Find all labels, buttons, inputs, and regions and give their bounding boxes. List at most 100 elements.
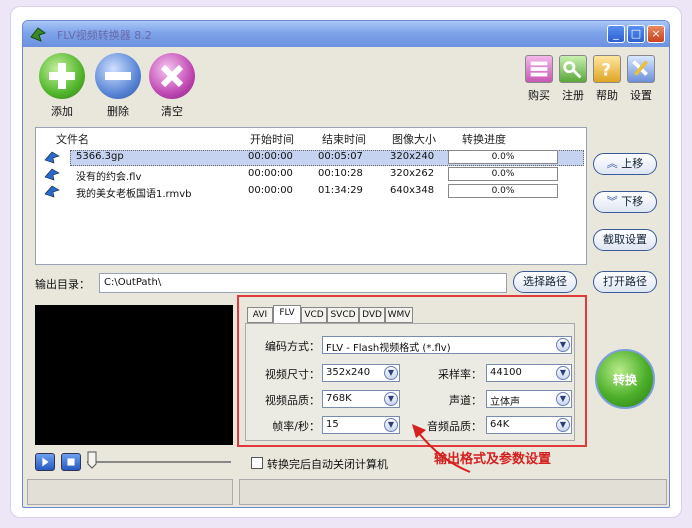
col-header-end[interactable]: 结束时间 (322, 131, 366, 147)
svg-text:?: ? (601, 60, 611, 80)
chevron-down-icon: ︾ (606, 195, 622, 208)
chevron-down-icon: ▼ (556, 418, 570, 432)
table-row[interactable]: 5366.3gp 00:00:00 00:05:07 320x240 0.0% (38, 150, 584, 166)
table-row[interactable]: 没有的约会.flv 00:00:00 00:10:28 320x262 0.0% (38, 167, 584, 183)
col-header-progress[interactable]: 转换进度 (462, 131, 506, 147)
video-quality-select[interactable]: 768K ▼ (322, 390, 400, 408)
auto-shutdown-label[interactable]: 转换完后自动关闭计算机 (267, 456, 388, 472)
annotation-arrow-icon (412, 424, 471, 473)
cart-icon (530, 61, 548, 77)
cell-start: 00:00:00 (248, 185, 293, 196)
file-list[interactable]: 文件名 开始时间 结束时间 图像大小 转换进度 5366.3gp 00:00:0… (35, 127, 587, 265)
progress-bar: 0.0% (448, 167, 558, 181)
add-button[interactable] (39, 53, 85, 99)
chevron-down-icon: ▼ (556, 366, 570, 380)
capture-settings-button[interactable]: 截取设置 (593, 229, 657, 251)
slider-thumb-icon[interactable] (87, 451, 97, 469)
cell-end: 00:05:07 (318, 151, 363, 162)
tab-avi[interactable]: AVI (247, 307, 273, 323)
col-header-size[interactable]: 图像大小 (392, 131, 436, 147)
tab-flv[interactable]: FLV (273, 305, 301, 323)
buy-button[interactable] (525, 55, 553, 83)
play-button[interactable] (35, 453, 55, 471)
video-size-label: 视频尺寸： (265, 368, 320, 381)
app-window: FLV视频转换器 8.2 _ □ × 添加 删除 清空 购买 注册 ? 帮助 设… (22, 20, 670, 508)
tab-wmv[interactable]: WMV (385, 307, 413, 323)
maximize-icon: □ (630, 27, 642, 40)
tab-dvd[interactable]: DVD (359, 307, 385, 323)
cell-name: 没有的约会.flv (76, 172, 142, 183)
sample-rate-select[interactable]: 44100 ▼ (486, 364, 572, 382)
cell-end: 01:34:29 (318, 185, 363, 196)
seek-slider[interactable] (87, 461, 231, 463)
video-quality-value: 768K (326, 393, 352, 404)
annotation-caption: 输出格式及参数设置 (434, 452, 552, 467)
cell-name: 我的美女老板国语1.rmvb (76, 189, 192, 200)
tools-icon (632, 60, 648, 76)
maximize-button[interactable]: □ (627, 25, 645, 43)
output-path-field[interactable]: C:\OutPath\ (99, 273, 507, 293)
delete-label: 删除 (107, 105, 129, 118)
output-dir-label: 输出目录： (35, 278, 90, 291)
chevron-down-icon: ▼ (556, 392, 570, 406)
app-logo-icon (30, 27, 47, 42)
progress-bar: 0.0% (448, 184, 558, 198)
cell-end: 00:10:28 (318, 168, 363, 179)
codec-select[interactable]: FLV - Flash视频格式 (*.flv) ▼ (322, 336, 572, 354)
chevron-up-icon: ︽ (606, 157, 622, 170)
status-bar-right (239, 479, 667, 505)
cell-size: 640x348 (390, 185, 435, 196)
fps-label: 帧率/秒： (272, 420, 320, 433)
cell-size: 320x240 (390, 151, 435, 162)
convert-label: 转换 (612, 373, 637, 387)
title-bar: FLV视频转换器 8.2 _ □ × (23, 21, 669, 47)
close-button[interactable]: × (647, 25, 665, 43)
stop-button[interactable] (61, 453, 81, 471)
minus-icon (105, 72, 131, 80)
video-size-select[interactable]: 352x240 ▼ (322, 364, 400, 382)
file-icon (44, 151, 60, 164)
settings-button[interactable] (627, 55, 655, 83)
fps-select[interactable]: 15 ▼ (322, 416, 400, 434)
sample-rate-value: 44100 (490, 367, 522, 378)
file-icon (44, 168, 60, 181)
minimize-button[interactable]: _ (607, 25, 625, 43)
settings-label: 设置 (630, 89, 652, 102)
progress-bar: 0.0% (448, 150, 558, 164)
minimize-icon: _ (613, 27, 619, 40)
register-button[interactable] (559, 55, 587, 83)
status-bar-left (27, 479, 233, 505)
plus-icon (49, 63, 75, 89)
col-header-start[interactable]: 开始时间 (250, 131, 294, 147)
chevron-down-icon: ▼ (384, 418, 398, 432)
channel-label: 声道： (449, 394, 482, 407)
choose-path-button[interactable]: 选择路径 (513, 271, 577, 293)
tab-svcd[interactable]: SVCD (327, 307, 359, 323)
auto-shutdown-checkbox[interactable] (251, 457, 263, 469)
help-icon: ? (601, 60, 611, 80)
clear-button[interactable] (149, 53, 195, 99)
table-row[interactable]: 我的美女老板国语1.rmvb 00:00:00 01:34:29 640x348… (38, 184, 584, 200)
audio-quality-select[interactable]: 64K ▼ (486, 416, 572, 434)
x-icon (160, 64, 184, 88)
add-label: 添加 (51, 105, 73, 118)
delete-button[interactable] (95, 53, 141, 99)
move-down-button[interactable]: ︾ 下移 (593, 191, 657, 213)
stop-icon (67, 458, 75, 466)
video-preview (35, 305, 233, 445)
sample-rate-label: 采样率： (438, 368, 482, 381)
cell-start: 00:00:00 (248, 151, 293, 162)
channel-select[interactable]: 立体声 ▼ (486, 390, 572, 408)
move-up-button[interactable]: ︽ 上移 (593, 153, 657, 175)
help-button[interactable]: ? (593, 55, 621, 83)
tab-vcd[interactable]: VCD (301, 307, 327, 323)
move-down-label: 下移 (621, 195, 644, 208)
window-title: FLV视频转换器 8.2 (57, 29, 152, 42)
video-size-value: 352x240 (326, 367, 371, 378)
open-path-button[interactable]: 打开路径 (593, 271, 657, 293)
convert-button[interactable]: 转换 (595, 349, 655, 409)
cell-start: 00:00:00 (248, 168, 293, 179)
chevron-down-icon: ▼ (384, 366, 398, 380)
close-icon: × (651, 27, 661, 40)
col-header-name[interactable]: 文件名 (56, 131, 89, 147)
